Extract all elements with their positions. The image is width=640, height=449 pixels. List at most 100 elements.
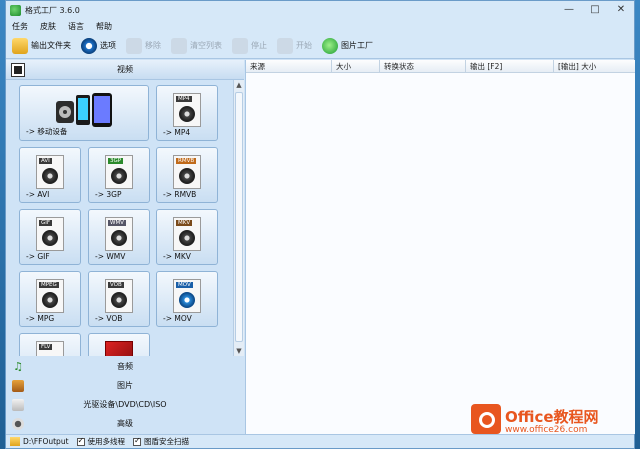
avi-file-icon: AVI	[36, 155, 64, 189]
column-output[interactable]: 输出 [F2]	[466, 60, 554, 72]
category-audio[interactable]: ♫ 音频	[6, 357, 244, 376]
tile-rmvb[interactable]: RMVB -> RMVB	[156, 147, 218, 203]
category-advanced[interactable]: 高级	[6, 414, 244, 433]
category-dvd[interactable]: 光驱设备\DVD\CD\ISO	[6, 395, 244, 414]
clear-list-icon	[171, 37, 187, 54]
mov-file-icon: MOV	[173, 279, 201, 313]
menu-language[interactable]: 语言	[68, 21, 84, 32]
column-source[interactable]: 来源	[246, 60, 332, 72]
tile-avi-label: -> AVI	[26, 190, 50, 199]
output-folder-button[interactable]: 输出文件夹	[12, 37, 71, 54]
menu-help[interactable]: 帮助	[96, 21, 112, 32]
menu-bar: 任务 皮肤 语言 帮助	[6, 19, 634, 33]
tile-flv[interactable]: FLV	[19, 333, 81, 356]
scroll-down-arrow-icon[interactable]: ▼	[234, 346, 244, 356]
options-icon	[81, 37, 97, 54]
vob-tag: VOB	[108, 282, 124, 288]
options-label: 选项	[100, 41, 116, 50]
tile-mp4[interactable]: MP4 -> MP4	[156, 85, 218, 141]
mov-tag: MOV	[176, 282, 193, 288]
category-image-label: 图片	[117, 381, 133, 390]
remove-button[interactable]: 移除	[126, 37, 161, 54]
video-format-grid: -> 移动设备 MP4 -> MP4 AVI -> AVI 3GP -> 3GP…	[6, 80, 244, 356]
column-output-size[interactable]: [输出] 大小	[554, 60, 634, 72]
minimize-button[interactable]: —	[556, 1, 582, 19]
3gp-file-icon: 3GP	[105, 155, 133, 189]
output-folder-label: 输出文件夹	[31, 41, 71, 50]
wmv-tag: WMV	[108, 220, 126, 226]
start-label: 开始	[296, 41, 312, 50]
desktop-right-strip	[635, 0, 640, 449]
window-title: 格式工厂 3.6.0	[25, 5, 80, 15]
tile-wmv[interactable]: WMV -> WMV	[88, 209, 150, 265]
category-panel: 视频 -> 移动设备 MP4 -> MP4 AVI -> AVI 3GP -> …	[6, 60, 244, 434]
tile-vob-label: -> VOB	[95, 314, 123, 323]
watermark-url: www.office26.com	[505, 425, 588, 435]
tile-avi[interactable]: AVI -> AVI	[19, 147, 81, 203]
menu-task[interactable]: 任务	[12, 21, 28, 32]
mkv-file-icon: MKV	[173, 217, 201, 251]
stop-icon	[232, 37, 248, 54]
tile-mpg-label: -> MPG	[26, 314, 55, 323]
gif-file-icon: GIF	[36, 217, 64, 251]
scroll-up-arrow-icon[interactable]: ▲	[234, 80, 244, 90]
maximize-button[interactable]: □	[582, 1, 608, 19]
tile-vob[interactable]: VOB -> VOB	[88, 271, 150, 327]
start-button[interactable]: 开始	[277, 37, 312, 54]
tile-3gp[interactable]: 3GP -> 3GP	[88, 147, 150, 203]
multithread-label: 使用多线程	[87, 437, 126, 446]
tile-gif[interactable]: GIF -> GIF	[19, 209, 81, 265]
category-audio-label: 音频	[117, 362, 133, 371]
tile-mov-label: -> MOV	[163, 314, 192, 323]
safe-scan-checkbox[interactable]	[133, 436, 142, 446]
mpeg-tag: MPEG	[39, 282, 59, 288]
flash-file-icon	[105, 341, 133, 356]
tile-mkv[interactable]: MKV -> MKV	[156, 209, 218, 265]
category-image[interactable]: 图片	[6, 376, 244, 395]
safe-scan-label: 图盾安全扫描	[144, 437, 190, 446]
format-grid-scrollbar[interactable]: ▲ ▼	[233, 80, 244, 356]
column-status[interactable]: 转换状态	[380, 60, 466, 72]
multithread-checkbox[interactable]	[76, 436, 85, 446]
tile-gif-label: -> GIF	[26, 252, 50, 261]
tile-mov[interactable]: MOV -> MOV	[156, 271, 218, 327]
close-button[interactable]: ✕	[608, 1, 634, 19]
output-folder-icon	[10, 437, 20, 446]
task-list-header: 来源 大小 转换状态 输出 [F2] [输出] 大小	[246, 60, 635, 73]
remove-label: 移除	[145, 41, 161, 50]
column-size[interactable]: 大小	[332, 60, 380, 72]
3gp-tag: 3GP	[108, 158, 124, 164]
tile-wmv-label: -> WMV	[95, 252, 126, 261]
remove-icon	[126, 37, 142, 54]
tile-swf[interactable]	[88, 333, 150, 356]
stop-label: 停止	[251, 41, 267, 50]
options-button[interactable]: 选项	[81, 37, 116, 54]
title-bar: 格式工厂 3.6.0 — □ ✕	[6, 1, 634, 19]
picture-factory-button[interactable]: 图片工厂	[322, 37, 373, 54]
watermark: Office教程网 www.office26.com	[471, 404, 626, 442]
flv-tag: FLV	[39, 344, 53, 350]
category-video[interactable]: 视频	[6, 60, 244, 80]
rmvb-file-icon: RMVB	[173, 155, 201, 189]
stop-button[interactable]: 停止	[232, 37, 267, 54]
tile-mobile-device[interactable]: -> 移动设备	[19, 85, 149, 141]
vob-file-icon: VOB	[105, 279, 133, 313]
menu-skin[interactable]: 皮肤	[40, 21, 56, 32]
mpeg-file-icon: MPEG	[36, 279, 64, 313]
output-path[interactable]: D:\FFOutput	[23, 437, 69, 446]
rmvb-tag: RMVB	[176, 158, 197, 164]
clear-list-label: 清空列表	[190, 41, 222, 50]
tile-mobile-device-label: -> 移动设备	[26, 127, 68, 136]
scroll-thumb[interactable]	[235, 92, 243, 342]
tile-3gp-label: -> 3GP	[95, 190, 122, 199]
tile-rmvb-label: -> RMVB	[163, 190, 197, 199]
mp4-file-icon: MP4	[173, 93, 201, 127]
start-icon	[277, 37, 293, 54]
toolbar: 输出文件夹 选项 移除 清空列表 停止 开始 图片工厂	[6, 33, 634, 59]
task-list-panel: 来源 大小 转换状态 输出 [F2] [输出] 大小	[245, 60, 635, 434]
clear-list-button[interactable]: 清空列表	[171, 37, 222, 54]
category-advanced-label: 高级	[117, 419, 133, 428]
gif-tag: GIF	[39, 220, 53, 226]
app-window: 格式工厂 3.6.0 — □ ✕ 任务 皮肤 语言 帮助 输出文件夹 选项 移除…	[5, 0, 635, 449]
tile-mpg[interactable]: MPEG -> MPG	[19, 271, 81, 327]
